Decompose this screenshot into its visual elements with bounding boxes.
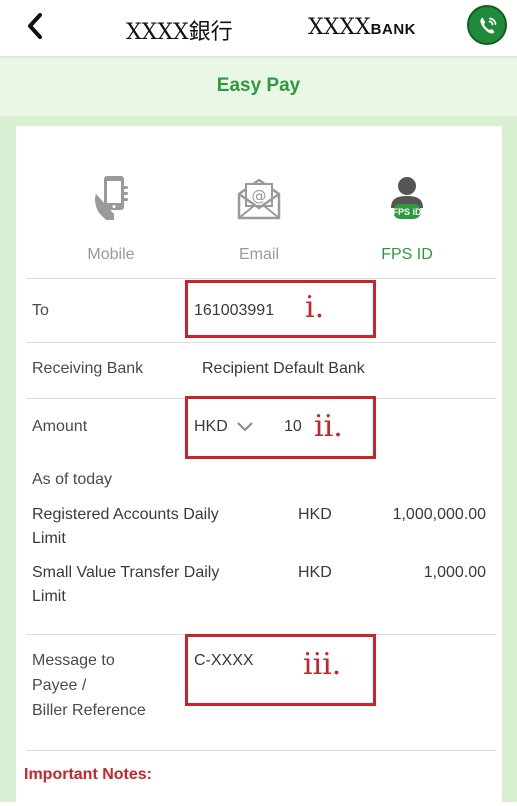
phone-icon (480, 17, 497, 34)
divider (26, 278, 496, 279)
receiving-bank-value: Recipient Default Bank (202, 360, 365, 377)
page-title: Easy Pay (216, 75, 301, 96)
divider (26, 750, 496, 751)
limit-label-line2: Limit (32, 530, 66, 547)
message-label: Message to Payee / Biller Reference (32, 650, 146, 722)
message-label-line1: Message to (32, 652, 115, 669)
svg-text:@: @ (252, 187, 267, 205)
bank-name-chinese: XXXX銀行 (126, 20, 233, 45)
annotation-label-iii: iii. (303, 647, 342, 682)
limit-label: Small Value Transfer Daily Limit (32, 564, 219, 606)
divider (26, 342, 496, 343)
tab-fps-id-label: FPS ID (381, 246, 433, 263)
annotation-box-amount (185, 396, 376, 459)
bank-name-english-prefix: XXXX (308, 15, 371, 40)
page-header: Easy Pay (0, 56, 517, 116)
bank-name-english-suffix: BANK (370, 21, 416, 38)
limit-currency: HKD (298, 506, 332, 523)
limit-label-line2: Limit (32, 588, 66, 605)
tab-email-label: Email (238, 246, 279, 263)
email-icon: @ (237, 178, 281, 220)
limit-currency: HKD (298, 564, 332, 581)
chevron-left-icon (28, 13, 42, 39)
payment-card: Mobile @ Email FPS iD FPS ID To 16100399… (16, 126, 502, 806)
message-label-line3: Biller Reference (32, 702, 146, 719)
important-notes-title: Important Notes: (24, 766, 152, 783)
call-button[interactable] (467, 5, 507, 45)
annotation-box-message (185, 634, 376, 706)
to-label: To (32, 302, 49, 319)
annotation-box-to (185, 280, 376, 338)
as-of-today-label: As of today (32, 471, 113, 488)
tab-mobile-label: Mobile (87, 246, 135, 263)
mobile-phone-icon (95, 176, 128, 220)
limit-label-line1: Small Value Transfer Daily (32, 564, 220, 581)
back-button[interactable] (26, 12, 44, 46)
annotation-label-i: i. (305, 290, 325, 325)
limit-label-line1: Registered Accounts Daily (32, 506, 219, 523)
fps-id-icon: FPS iD (391, 177, 423, 219)
amount-label: Amount (32, 418, 88, 435)
limit-label: Registered Accounts Daily Limit (32, 506, 219, 548)
content-frame: Mobile @ Email FPS iD FPS ID To 16100399… (0, 116, 517, 806)
limit-amount: 1,000.00 (423, 564, 486, 581)
receiving-bank-label: Receiving Bank (32, 360, 144, 377)
bank-name-english: XXXXBANK (308, 14, 416, 40)
annotation-label-ii: ii. (314, 409, 343, 444)
fps-id-badge-text: FPS iD (392, 207, 422, 217)
message-label-line2: Payee / (32, 677, 87, 694)
top-bar: XXXX銀行 XXXXBANK (0, 0, 517, 56)
limit-amount: 1,000,000.00 (392, 506, 486, 523)
